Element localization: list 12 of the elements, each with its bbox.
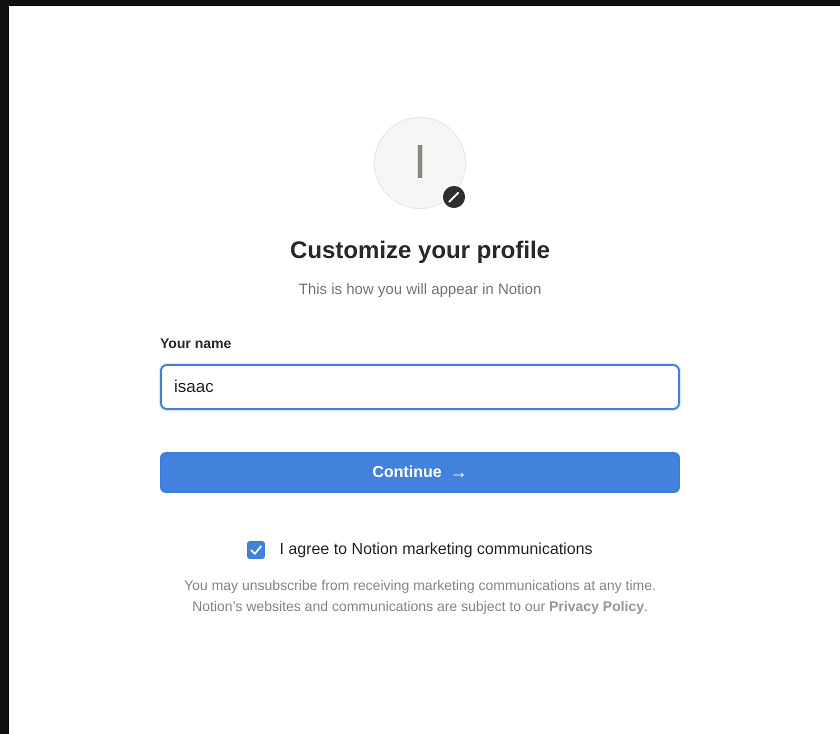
privacy-policy-link[interactable]: Privacy Policy — [549, 598, 644, 614]
checkbox[interactable] — [247, 541, 266, 559]
pencil-icon[interactable] — [441, 184, 467, 210]
checkbox-label: I agree to Notion marketing communications — [279, 541, 593, 559]
disclaimer-text: You may unsubscribe from receiving marketing communications at any time. Notion’s websites and communications are subject to our Privacy Policy. — [183, 576, 657, 616]
name-input-field[interactable]: isaac — [160, 364, 680, 410]
avatar[interactable]: I — [374, 117, 466, 209]
page-title: Customize your profile — [290, 236, 550, 266]
field-label: Your name — [160, 334, 232, 352]
continue-button[interactable]: Continue → — [160, 452, 680, 493]
avatar-initial: I — [413, 139, 427, 187]
subtitle: This is how you will appear in Notion — [298, 280, 542, 300]
